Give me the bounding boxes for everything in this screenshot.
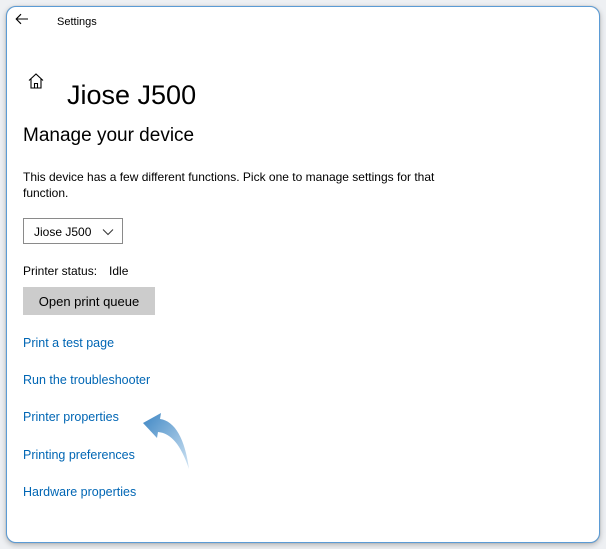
back-arrow-icon xyxy=(15,13,28,25)
open-print-queue-button[interactable]: Open print queue xyxy=(23,287,155,315)
printer-properties-link[interactable]: Printer properties xyxy=(23,410,119,424)
description-text: This device has a few different function… xyxy=(23,170,435,200)
device-select-value: Jiose J500 xyxy=(34,225,92,239)
back-button[interactable] xyxy=(13,9,37,31)
page-title: Jiose J500 xyxy=(67,80,197,111)
printer-status-label: Printer status: xyxy=(23,264,98,278)
device-function-select[interactable]: Jiose J500 xyxy=(23,218,123,244)
printing-preferences-link[interactable]: Printing preferences xyxy=(23,448,135,462)
home-icon xyxy=(28,73,44,89)
hardware-properties-link[interactable]: Hardware properties xyxy=(23,485,136,499)
printer-status-value: Idle xyxy=(109,264,129,278)
print-test-page-link[interactable]: Print a test page xyxy=(23,336,114,350)
printer-status-row: Printer status: Idle xyxy=(23,264,128,278)
title-bar: Settings xyxy=(7,7,599,35)
chevron-down-icon xyxy=(102,229,114,236)
run-troubleshooter-link[interactable]: Run the troubleshooter xyxy=(23,373,150,387)
settings-window: Settings Jiose J500 Manage your device T… xyxy=(6,6,600,543)
curved-arrow-icon xyxy=(143,413,189,469)
window-title: Settings xyxy=(57,16,97,28)
section-heading: Manage your device xyxy=(23,125,195,146)
